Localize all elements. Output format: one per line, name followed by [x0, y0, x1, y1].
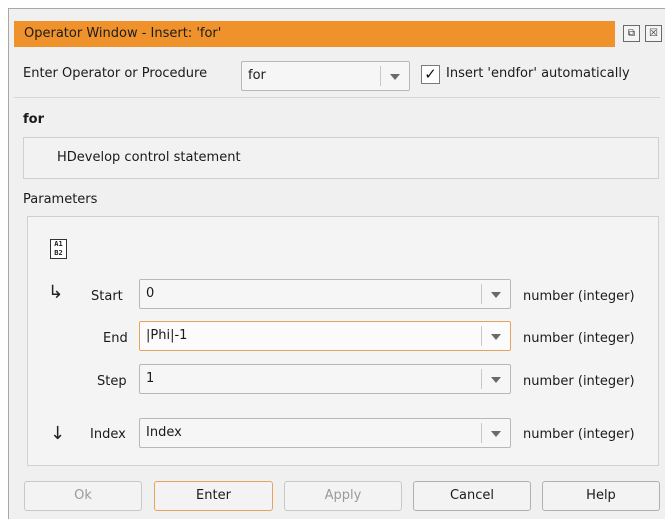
- param-step-combobox[interactable]: 1: [139, 364, 511, 394]
- param-type-start: number (integer): [523, 289, 635, 304]
- restore-icon[interactable]: ⧉: [623, 25, 640, 42]
- window-title: Operator Window - Insert: 'for': [14, 21, 615, 47]
- combobox-separator: [380, 66, 381, 86]
- operator-description: HDevelop control statement: [57, 150, 241, 165]
- param-label-step: Step: [97, 374, 127, 389]
- cancel-button[interactable]: Cancel: [413, 481, 531, 511]
- param-label-index: Index: [90, 427, 126, 442]
- param-start-value: 0: [146, 286, 155, 301]
- operator-combobox-value: for: [248, 68, 266, 83]
- chevron-down-icon[interactable]: [491, 334, 501, 340]
- param-step-value: 1: [146, 371, 155, 386]
- ok-button[interactable]: Ok: [24, 481, 142, 511]
- combobox-separator: [481, 284, 482, 304]
- divider: [14, 97, 660, 98]
- combobox-separator: [481, 369, 482, 389]
- operator-combobox[interactable]: for: [241, 61, 410, 91]
- enter-button[interactable]: Enter: [154, 481, 273, 511]
- chevron-down-icon[interactable]: [491, 292, 501, 298]
- combobox-separator: [481, 326, 482, 346]
- param-start-combobox[interactable]: 0: [139, 279, 511, 309]
- param-label-start: Start: [91, 289, 123, 304]
- param-end-value: |Phi|-1: [146, 328, 188, 343]
- output-arrow-icon: ↓: [50, 423, 66, 444]
- operator-name: for: [23, 112, 44, 127]
- param-index-value: Index: [146, 425, 182, 440]
- param-type-index: number (integer): [523, 427, 635, 442]
- parameters-heading: Parameters: [23, 192, 98, 207]
- help-button[interactable]: Help: [542, 481, 660, 511]
- combobox-separator: [481, 423, 482, 443]
- a1-b2-icon[interactable]: A1 B2: [50, 239, 67, 259]
- param-type-end: number (integer): [523, 331, 635, 346]
- apply-button[interactable]: Apply: [284, 481, 402, 511]
- chevron-down-icon[interactable]: [491, 377, 501, 383]
- param-type-step: number (integer): [523, 374, 635, 389]
- operator-label: Enter Operator or Procedure: [23, 66, 208, 81]
- param-label-end: End: [103, 331, 128, 346]
- insert-endfor-label[interactable]: Insert 'endfor' automatically: [446, 66, 630, 81]
- close-icon[interactable]: ☒: [645, 25, 662, 42]
- description-panel: HDevelop control statement: [23, 137, 659, 179]
- return-arrow-icon: ↳: [48, 282, 64, 303]
- chevron-down-icon[interactable]: [491, 431, 501, 437]
- param-end-combobox[interactable]: |Phi|-1: [139, 321, 511, 351]
- chevron-down-icon[interactable]: [390, 74, 400, 80]
- param-index-combobox[interactable]: Index: [139, 418, 511, 448]
- insert-endfor-checkbox[interactable]: ✓: [421, 65, 440, 84]
